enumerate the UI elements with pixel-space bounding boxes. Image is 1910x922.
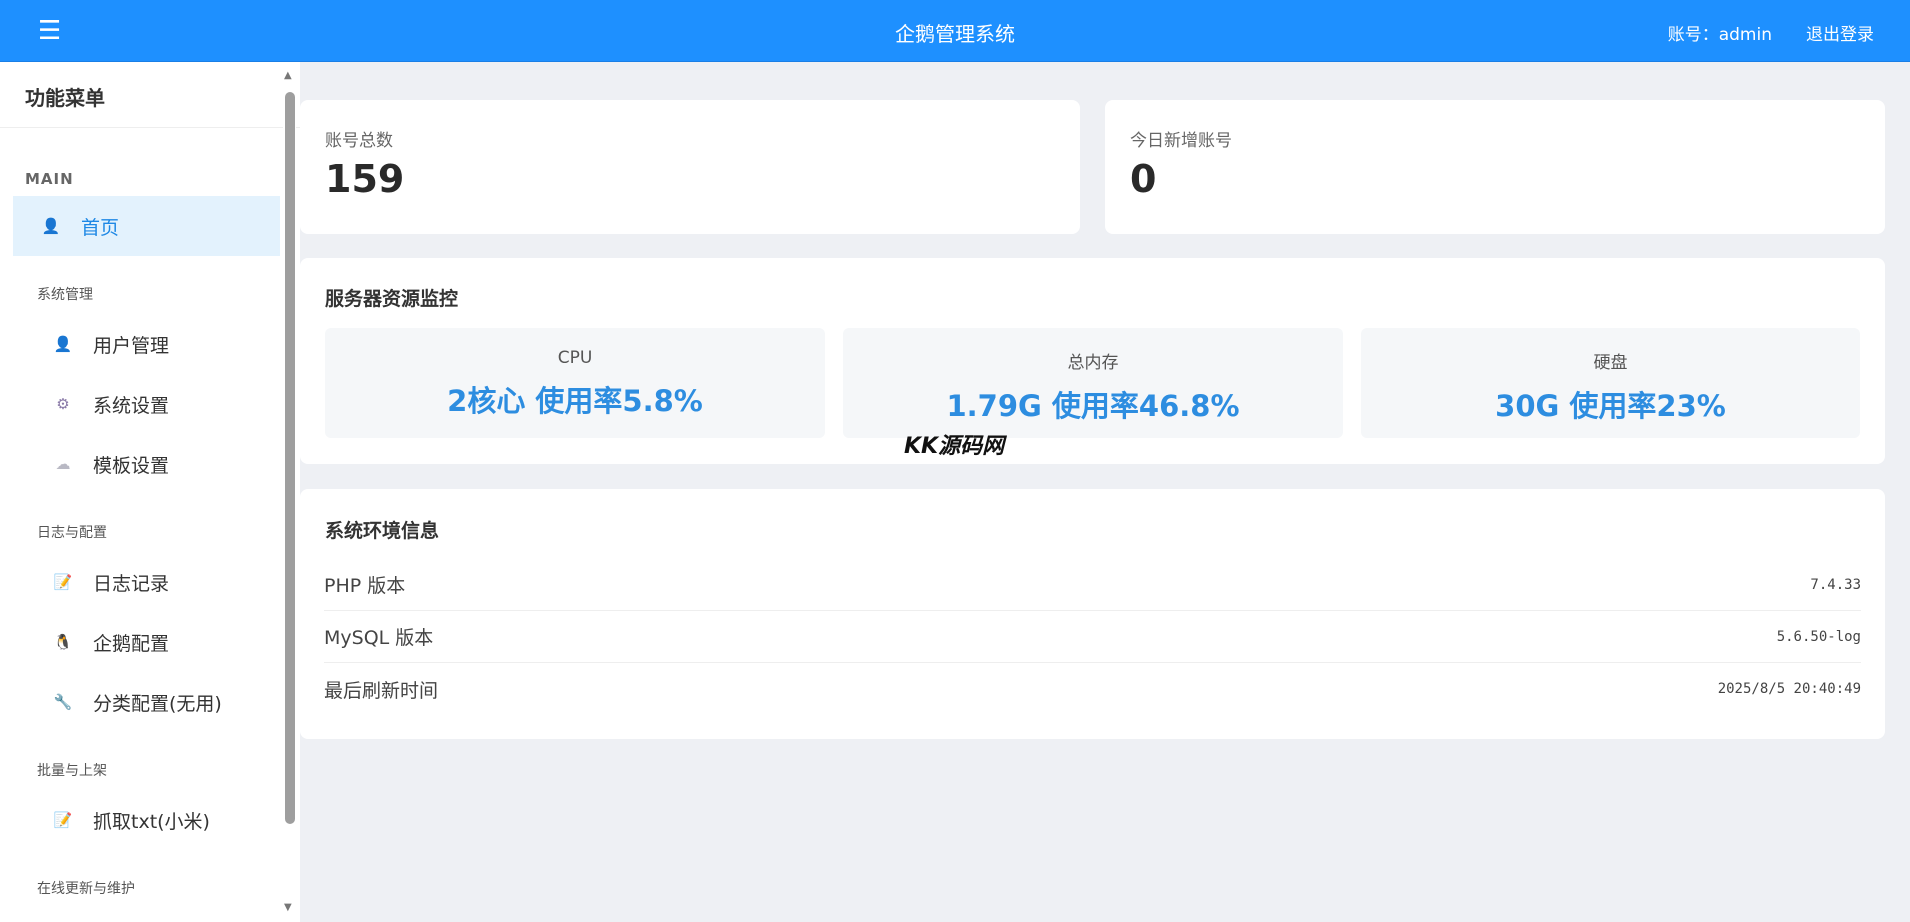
- account-label: 账号：admin: [1667, 25, 1772, 45]
- group-label-system: 系统管理: [37, 287, 93, 303]
- new-accounts-card: 今日新增账号 0: [1105, 100, 1885, 234]
- memory-box: 总内存 1.79G 使用率46.8%: [843, 328, 1343, 438]
- sidebar: 功能菜单 MAIN 👤 首页 系统管理 👤 用户管理 ⚙ 系统设置 ☁ 模板设置…: [0, 62, 300, 922]
- disk-box: 硬盘 30G 使用率23%: [1361, 328, 1860, 438]
- disk-label: 硬盘: [1593, 353, 1628, 373]
- sidebar-item-user-management[interactable]: 👤 用户管理: [0, 314, 300, 374]
- sidebar-item-label: 首页: [81, 216, 120, 239]
- sidebar-item-logs[interactable]: 📝 日志记录: [0, 552, 300, 612]
- env-row-php: PHP 版本 7.4.33: [324, 559, 1861, 611]
- sidebar-item-home[interactable]: 👤 首页: [13, 196, 280, 256]
- user-icon: 👤: [53, 335, 73, 353]
- total-accounts-card: 账号总数 159: [300, 100, 1080, 234]
- scroll-up-arrow-icon[interactable]: ▲: [284, 70, 292, 81]
- tools-icon: 🔧: [53, 693, 73, 711]
- server-monitor-title: 服务器资源监控: [325, 288, 459, 310]
- new-accounts-value: 0: [1130, 157, 1157, 201]
- sidebar-title: 功能菜单: [0, 62, 300, 128]
- sidebar-item-fetch-txt[interactable]: 📝 抓取txt(小米): [0, 790, 300, 850]
- server-monitor-card: 服务器资源监控 CPU 2核心 使用率5.8% 总内存 1.79G 使用率46.…: [300, 258, 1885, 464]
- sidebar-item-label: 模板设置: [93, 454, 170, 477]
- scroll-down-arrow-icon[interactable]: ▼: [284, 902, 292, 913]
- group-label-batch: 批量与上架: [37, 763, 107, 779]
- penguin-icon: 🐧: [53, 633, 73, 651]
- sidebar-item-label: 企鹅配置: [93, 632, 170, 655]
- env-label: 最后刷新时间: [324, 679, 439, 702]
- top-bar: ☰ 企鹅管理系统 账号：admin 退出登录: [0, 0, 1910, 62]
- sidebar-item-penguin-config[interactable]: 🐧 企鹅配置: [0, 612, 300, 672]
- gear-icon: ⚙: [56, 395, 70, 413]
- sidebar-item-system-settings[interactable]: ⚙ 系统设置: [0, 374, 300, 434]
- user-icon: 👤: [41, 217, 61, 235]
- memory-label: 总内存: [1067, 353, 1119, 373]
- total-accounts-label: 账号总数: [325, 131, 393, 151]
- sidebar-item-label: 日志记录: [93, 572, 170, 595]
- sidebar-item-label: 系统设置: [93, 394, 170, 417]
- sidebar-item-label: 分类配置(无用): [93, 692, 222, 715]
- new-accounts-label: 今日新增账号: [1130, 131, 1232, 151]
- env-value: 2025/8/5 20:40:49: [1717, 681, 1861, 697]
- total-accounts-value: 159: [325, 157, 405, 201]
- env-label: PHP 版本: [324, 575, 406, 597]
- env-row-mysql: MySQL 版本 5.6.50-log: [324, 611, 1861, 663]
- env-label: MySQL 版本: [324, 627, 434, 649]
- env-row-refresh-time: 最后刷新时间 2025/8/5 20:40:49: [324, 663, 1861, 715]
- section-label-main: MAIN: [25, 170, 74, 188]
- sidebar-item-category-config[interactable]: 🔧 分类配置(无用): [0, 672, 300, 732]
- document-icon: 📝: [53, 573, 73, 591]
- scrollbar-thumb[interactable]: [285, 92, 295, 824]
- env-info-title: 系统环境信息: [325, 520, 440, 542]
- sidebar-item-template-settings[interactable]: ☁ 模板设置: [0, 434, 300, 494]
- cpu-box: CPU 2核心 使用率5.8%: [325, 328, 825, 438]
- group-label-update: 在线更新与维护: [37, 881, 135, 897]
- cpu-label: CPU: [557, 348, 593, 368]
- document-icon: 📝: [53, 811, 73, 829]
- memory-value: 1.79G 使用率46.8%: [946, 389, 1240, 423]
- group-label-logs: 日志与配置: [37, 525, 107, 541]
- template-icon: ☁: [55, 455, 71, 473]
- env-info-card: 系统环境信息 PHP 版本 7.4.33 MySQL 版本 5.6.50-log…: [300, 489, 1885, 739]
- watermark-text: KK源码网: [904, 434, 1005, 459]
- cpu-value: 2核心 使用率5.8%: [447, 384, 703, 418]
- sidebar-item-label: 用户管理: [93, 334, 170, 357]
- env-value: 5.6.50-log: [1776, 628, 1861, 645]
- app-title: 企鹅管理系统: [895, 22, 1015, 46]
- logout-link[interactable]: 退出登录: [1806, 20, 1874, 45]
- disk-value: 30G 使用率23%: [1495, 389, 1726, 423]
- sidebar-item-label: 抓取txt(小米): [93, 810, 210, 833]
- env-value: 7.4.33: [1810, 576, 1861, 593]
